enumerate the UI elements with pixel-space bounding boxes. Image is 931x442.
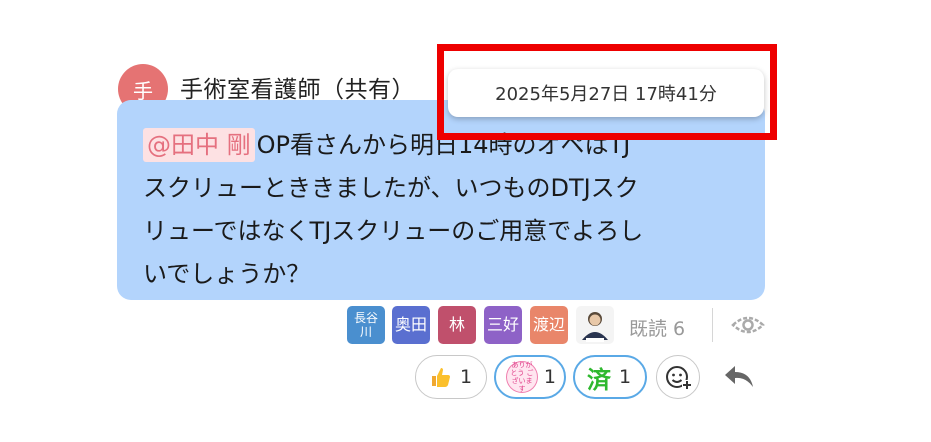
- add-emoji-icon: [666, 366, 692, 390]
- reader-avatar-okuda[interactable]: 奥田: [392, 306, 430, 344]
- reaction-done[interactable]: 済 1: [573, 355, 647, 399]
- divider: [712, 308, 713, 342]
- reader-avatar-miyoshi[interactable]: 三好: [484, 306, 522, 344]
- eye-icon[interactable]: [731, 314, 765, 336]
- reader-avatar-watanabe[interactable]: 渡辺: [530, 306, 568, 344]
- reaction-count: 1: [543, 366, 556, 388]
- done-stamp-text: 済: [587, 365, 611, 394]
- reader-avatar-photo[interactable]: [576, 306, 614, 344]
- reader-label: 林: [448, 315, 465, 334]
- message-line-4: いでしょうか？: [143, 260, 311, 288]
- read-count[interactable]: 既読 6: [629, 314, 685, 341]
- arigatou-stamp-text: ありがとう ございます: [510, 361, 534, 393]
- highlight-box: [437, 44, 777, 140]
- reader-avatar-hayashi[interactable]: 林: [438, 306, 476, 344]
- reader-label: 三好: [486, 315, 519, 334]
- reader-label: 長谷川: [353, 311, 378, 339]
- reaction-count: 1: [460, 366, 473, 388]
- thumbs-up-icon: [426, 363, 454, 391]
- reaction-thumbs-up[interactable]: 1: [415, 355, 487, 399]
- message-line-2: スクリューとききましたが、いつものDTJスク: [143, 174, 639, 202]
- reaction-count: 1: [619, 366, 632, 388]
- reader-label: 渡辺: [532, 315, 565, 334]
- mention-tag[interactable]: @田中 剛: [143, 128, 255, 162]
- message-line-3: リューではなくTJスクリューのご用意でよろし: [143, 217, 644, 245]
- arigatou-stamp-icon: ありがとう ございます: [506, 361, 538, 393]
- person-photo-icon: [576, 306, 614, 344]
- done-stamp-icon: 済: [585, 363, 613, 394]
- reaction-arigatou[interactable]: ありがとう ございます 1: [494, 355, 566, 399]
- reader-avatar-hasegawa[interactable]: 長谷川: [347, 306, 385, 344]
- add-reaction-button[interactable]: [656, 355, 700, 399]
- sender-name: 手術室看護師（共有）: [180, 77, 415, 103]
- reply-icon[interactable]: [722, 362, 756, 392]
- reader-label: 奥田: [394, 315, 427, 334]
